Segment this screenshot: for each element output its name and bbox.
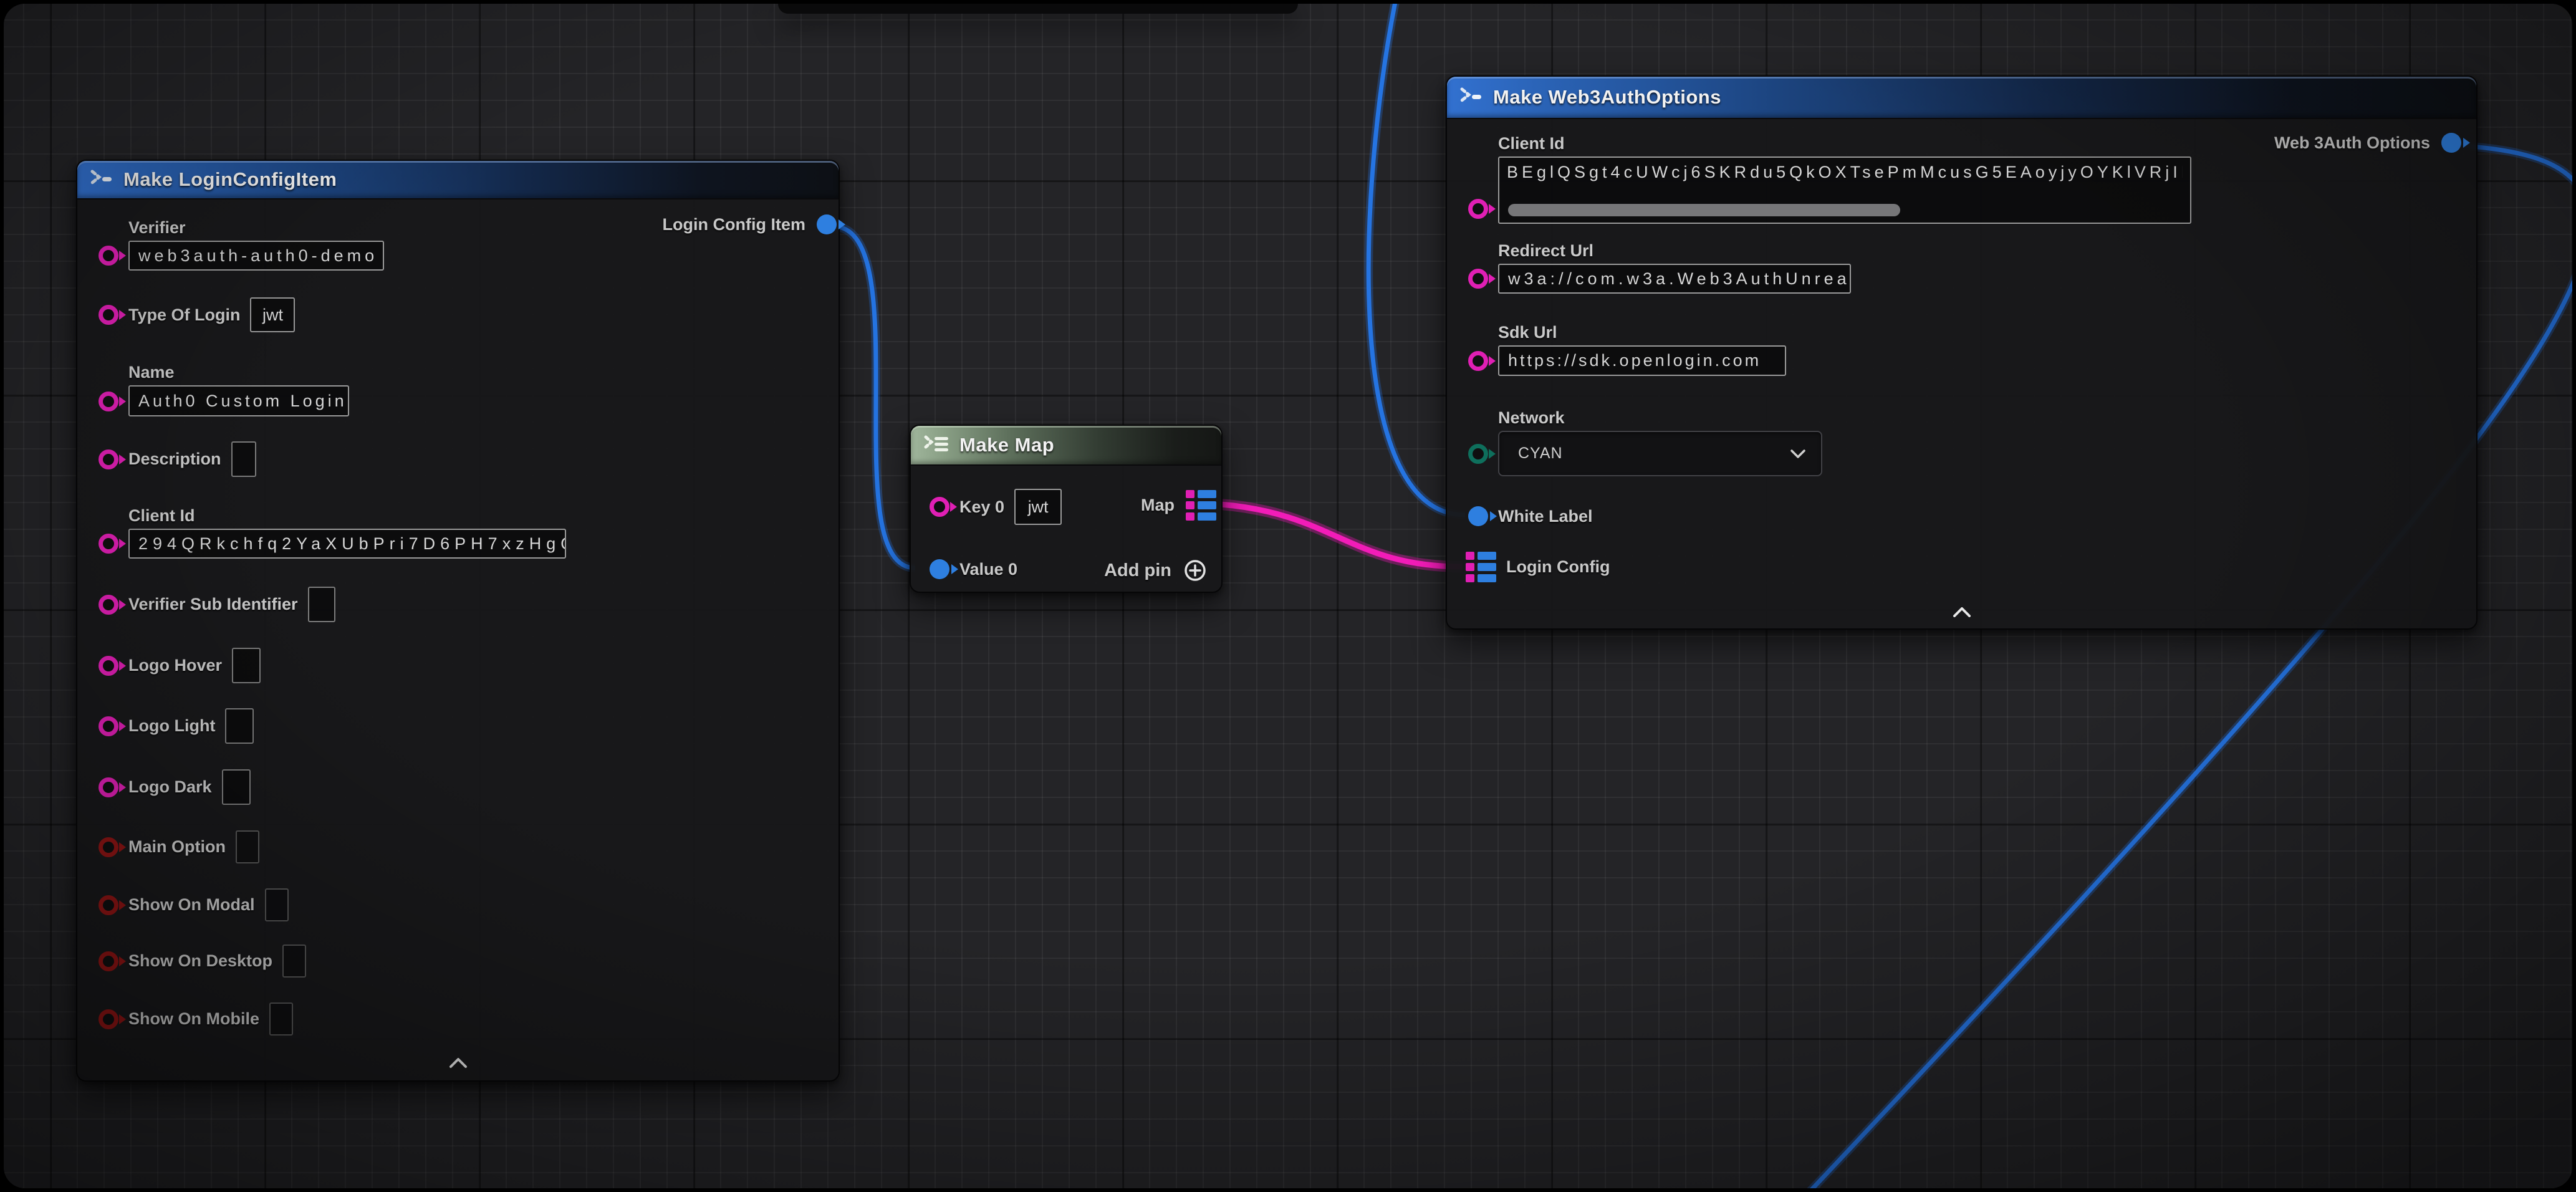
node-header[interactable]: Make Map [911, 426, 1221, 466]
redirect-url-field[interactable]: w3a://com.w3a.Web3AuthUnreal [1498, 264, 1851, 294]
client-id-field[interactable]: BEglQSgt4cUWcj6SKRdu5QkOXTsePmMcusG5EAoy… [1498, 156, 2191, 224]
pin-sdk-url[interactable] [1468, 351, 1488, 371]
pin-description[interactable] [99, 449, 118, 469]
pin-logo-dark[interactable] [99, 777, 118, 797]
pin-login-config-item-out[interactable] [817, 214, 837, 234]
pin-type-of-login[interactable] [99, 305, 118, 325]
blueprint-canvas[interactable]: Make LoginConfigItem Login Config Item V… [4, 4, 2572, 1188]
logo-dark-field[interactable] [222, 769, 251, 805]
field-scrollbar[interactable] [1508, 204, 1900, 216]
description-field[interactable] [231, 441, 256, 477]
show-on-modal-checkbox[interactable] [265, 888, 289, 921]
node-title: Make LoginConfigItem [123, 168, 337, 191]
node-title: Make Map [959, 434, 1054, 456]
pin-main-option[interactable] [99, 837, 118, 857]
collapse-toggle[interactable] [77, 1057, 839, 1069]
pin-show-on-modal[interactable] [99, 895, 118, 915]
map-pin[interactable] [1186, 490, 1216, 521]
node-header[interactable]: Make LoginConfigItem [77, 161, 839, 199]
pin-client-id[interactable] [1468, 199, 1488, 219]
node-make-loginconfigitem[interactable]: Make LoginConfigItem Login Config Item V… [76, 160, 840, 1082]
pin-white-label[interactable] [1468, 506, 1488, 526]
chevron-down-icon [1790, 449, 1806, 459]
pin-value-0[interactable] [930, 559, 949, 579]
chevron-up-icon [1949, 606, 1974, 618]
client-id-field[interactable]: 294QRkchfq2YaXUbPri7D6PH7xzHgQMT [128, 529, 566, 559]
wire-map-to-loginconfig-glow [1221, 504, 1463, 567]
pin-logo-light[interactable] [99, 716, 118, 736]
pin-login-config[interactable] [1466, 552, 1496, 582]
output-map: Map [1141, 490, 1216, 521]
main-option-checkbox[interactable] [236, 830, 259, 863]
make-map-icon [922, 433, 951, 457]
node-make-map[interactable]: Make Map Key 0 jwt Value 0 Map Add pin [910, 425, 1223, 593]
make-struct-icon [1458, 86, 1484, 108]
node-header[interactable]: Make Web3AuthOptions [1447, 77, 2476, 119]
pin-client-id[interactable] [99, 534, 118, 554]
pin-verifier-sub-identifier[interactable] [99, 595, 118, 615]
show-on-mobile-checkbox[interactable] [269, 1002, 293, 1036]
pin-show-on-mobile[interactable] [99, 1009, 118, 1029]
show-on-desktop-checkbox[interactable] [282, 944, 306, 978]
output-login-config-item: Login Config Item [663, 214, 837, 234]
pin-verifier[interactable] [99, 246, 118, 266]
type-of-login-field[interactable]: jwt [250, 297, 295, 332]
key-0-field[interactable]: jwt [1014, 489, 1062, 525]
chevron-up-icon [446, 1057, 471, 1069]
pin-web3auth-options-out[interactable] [2441, 133, 2461, 153]
network-dropdown[interactable]: CYAN [1498, 431, 1822, 476]
name-field[interactable]: Auth0 Custom Login [128, 385, 349, 416]
add-pin-button[interactable]: Add pin [1104, 558, 1208, 583]
node-make-web3authoptions[interactable]: Make Web3AuthOptions Web 3Auth Options C… [1446, 75, 2477, 630]
verifier-field[interactable]: web3auth-auth0-demo [128, 241, 384, 271]
pin-key-0[interactable] [930, 497, 949, 517]
output-web3auth-options: Web 3Auth Options [2274, 133, 2461, 153]
collapse-toggle[interactable] [1447, 606, 2476, 618]
pin-name[interactable] [99, 392, 118, 411]
logo-light-field[interactable] [225, 708, 254, 744]
sdk-url-field[interactable]: https://sdk.openlogin.com [1498, 345, 1786, 376]
offscreen-node-fragment[interactable] [778, 4, 1298, 14]
verifier-sub-identifier-field[interactable] [308, 587, 335, 622]
pin-logo-hover[interactable] [99, 656, 118, 676]
pin-network[interactable] [1468, 444, 1488, 464]
make-struct-icon [89, 168, 115, 191]
add-pin-icon[interactable] [1183, 558, 1208, 583]
node-title: Make Web3AuthOptions [1493, 86, 1721, 108]
pin-show-on-desktop[interactable] [99, 951, 118, 971]
pin-redirect-url[interactable] [1468, 269, 1488, 289]
logo-hover-field[interactable] [232, 648, 261, 683]
